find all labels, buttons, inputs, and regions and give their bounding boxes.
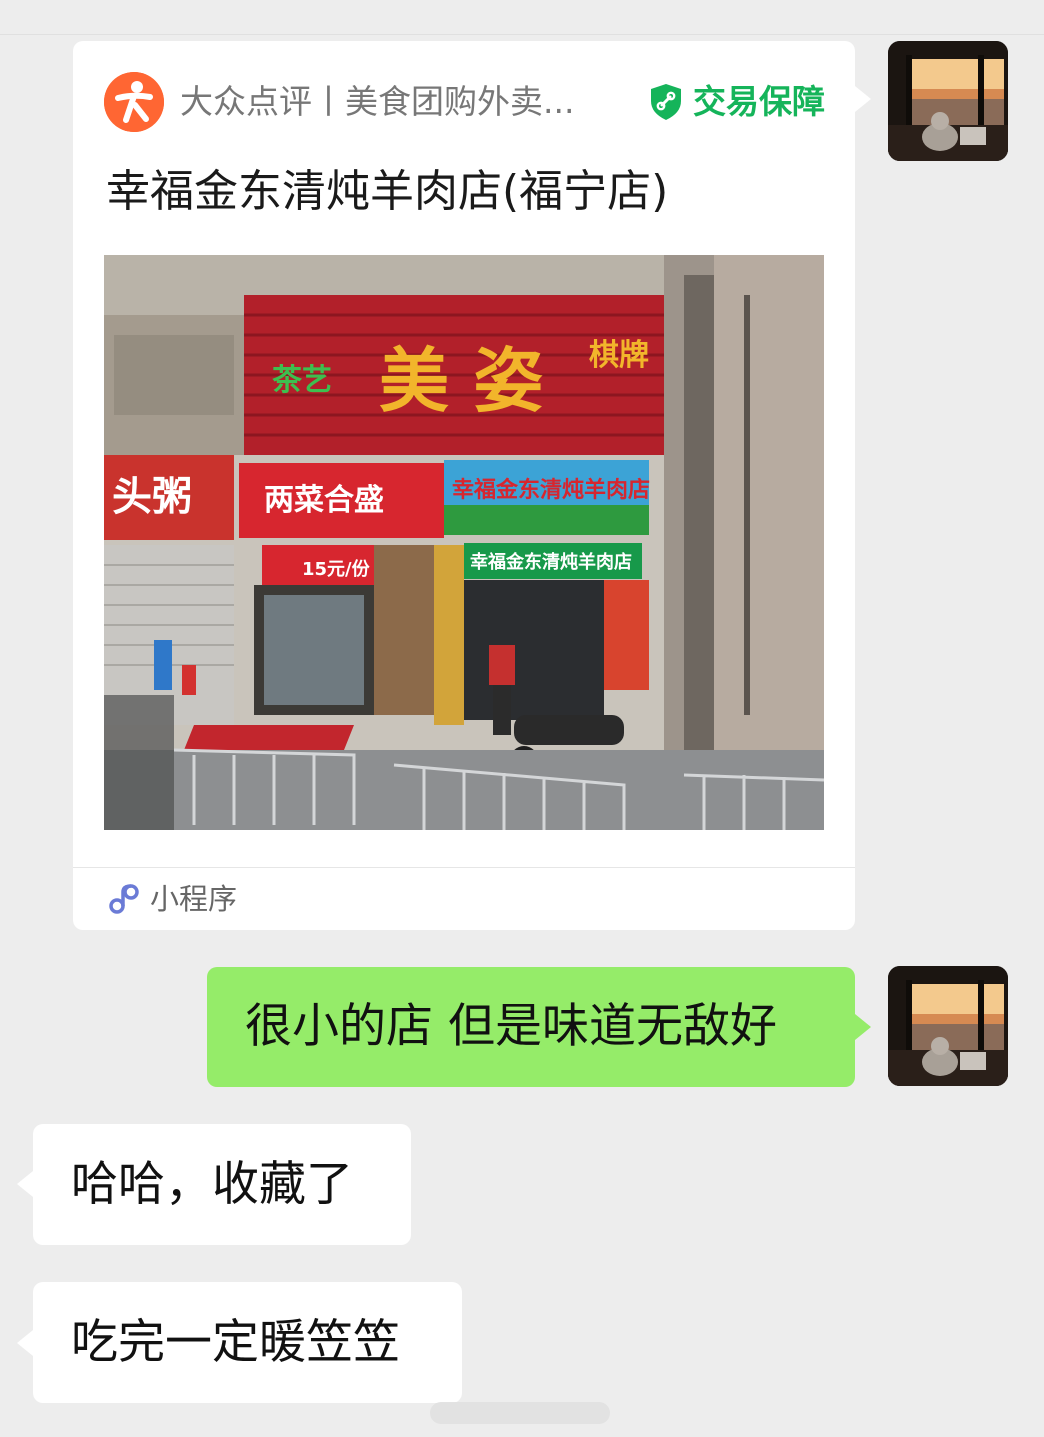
self-avatar[interactable] bbox=[888, 41, 1008, 161]
mini-program-card[interactable]: 大众点评丨美食团购外卖... 交易保障 幸福金东清炖羊肉店(福宁店) 美 姿 茶… bbox=[73, 41, 855, 930]
mini-program-link-icon bbox=[109, 884, 139, 914]
mini-program-title: 幸福金东清炖羊肉店(福宁店) bbox=[106, 166, 669, 217]
top-divider bbox=[0, 34, 1044, 35]
shop-right-lower-sign: 幸福金东清炖羊肉店 bbox=[470, 551, 632, 573]
shopfront-photo: 美 姿 茶艺 棋牌 头粥 两菜合盛 幸福金东清炖羊肉店 幸福金东清炖羊肉店 15… bbox=[104, 255, 824, 830]
message-text: 哈哈，收藏了 bbox=[71, 1156, 353, 1212]
message-bubble-incoming[interactable]: 吃完一定暖笠笠 bbox=[33, 1282, 462, 1403]
left-side-sign: 茶艺 bbox=[272, 363, 332, 398]
main-sign-text: 美 姿 bbox=[379, 339, 543, 422]
self-avatar[interactable] bbox=[888, 966, 1008, 1086]
guarantee-badge: 交易保障 bbox=[649, 80, 825, 124]
shop-left-sign: 两菜合盛 bbox=[264, 483, 384, 518]
message-text: 吃完一定暖笠笠 bbox=[71, 1314, 400, 1370]
bubble-tail bbox=[17, 1330, 33, 1356]
mini-program-source: 大众点评丨美食团购外卖... bbox=[180, 82, 575, 121]
guarantee-label: 交易保障 bbox=[693, 82, 825, 121]
price-tag: 15元/份 bbox=[302, 558, 371, 580]
mini-program-footer-label: 小程序 bbox=[150, 882, 238, 916]
home-indicator bbox=[430, 1402, 610, 1424]
card-tail bbox=[855, 86, 871, 112]
shop-right-sign: 幸福金东清炖羊肉店 bbox=[452, 477, 650, 503]
message-text: 很小的店 但是味道无敌好 bbox=[245, 999, 777, 1054]
right-side-sign: 棋牌 bbox=[589, 338, 649, 373]
message-bubble-outgoing[interactable]: 很小的店 但是味道无敌好 bbox=[207, 967, 855, 1087]
shield-icon bbox=[651, 84, 681, 120]
left-shop-sign: 头粥 bbox=[112, 474, 192, 520]
bubble-tail bbox=[855, 1014, 871, 1040]
dianping-logo-icon bbox=[104, 72, 164, 132]
message-bubble-incoming[interactable]: 哈哈，收藏了 bbox=[33, 1124, 411, 1245]
mini-program-footer: 小程序 bbox=[108, 879, 237, 919]
bubble-tail bbox=[17, 1171, 33, 1197]
card-divider bbox=[73, 867, 855, 868]
